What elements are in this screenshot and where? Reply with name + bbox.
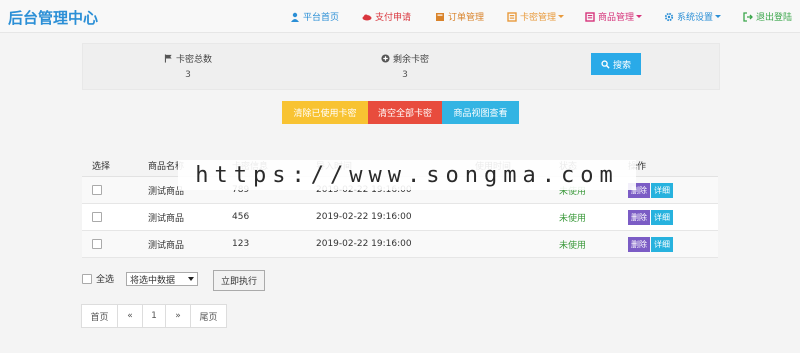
pagination: 首页 « 1 » 尾页 — [81, 304, 227, 328]
row-product: 测试商品 — [148, 240, 185, 251]
clear-used-cards-button[interactable]: 清除已使用卡密 — [282, 101, 368, 124]
nav-logout[interactable]: 退出登陆 — [743, 10, 792, 23]
page-last[interactable]: 尾页 — [190, 304, 227, 328]
header-select: 选择 — [92, 161, 111, 172]
user-icon — [291, 12, 299, 22]
nav-card-management[interactable]: 卡密管理 — [507, 10, 565, 23]
search-icon — [601, 59, 610, 69]
page-next[interactable]: » — [165, 304, 191, 328]
stat-remaining-value: 3 — [402, 70, 408, 80]
stat-remaining-cards: 剩余卡密 3 — [305, 52, 505, 80]
select-all-control[interactable]: 全选 — [82, 272, 114, 285]
bulk-action-value: 将选中数据 — [130, 275, 176, 286]
nav-orders-label: 订单管理 — [448, 13, 485, 23]
watermark: https://www.songma.com — [178, 160, 636, 190]
detail-button[interactable]: 详细 — [651, 236, 673, 252]
nav-system-settings[interactable]: 系统设置 — [664, 10, 722, 23]
execute-button[interactable]: 立即执行 — [213, 270, 265, 291]
folder-icon — [436, 12, 444, 21]
gear-icon — [664, 12, 674, 21]
row-card: 456 — [232, 212, 250, 222]
nav-payment-label: 支付申请 — [375, 13, 412, 23]
nav-home[interactable]: 平台首页 — [290, 10, 339, 23]
product-view-button[interactable]: 商品视图查看 — [442, 101, 519, 124]
flag-icon — [164, 54, 172, 63]
nav-payment[interactable]: 支付申请 — [362, 10, 411, 23]
nav-product-management[interactable]: 商品管理 — [585, 10, 643, 23]
page-prev[interactable]: « — [117, 304, 143, 328]
nav-product-management-label: 商品管理 — [598, 13, 635, 23]
chevron-down-icon — [636, 15, 643, 18]
list-icon — [585, 11, 595, 22]
table-row: 测试商品 123 2019-02-22 19:16:00 未使用 删除 详细 — [82, 231, 718, 258]
row-checkbox[interactable] — [92, 239, 102, 249]
stat-total-value: 3 — [185, 70, 191, 80]
row-checkbox[interactable] — [92, 212, 102, 222]
stat-total-label: 卡密总数 — [175, 55, 212, 65]
row-imported: 2019-02-22 19:16:00 — [316, 212, 412, 222]
delete-button[interactable]: 删除 — [628, 209, 650, 225]
row-status: 未使用 — [559, 213, 587, 224]
row-status: 未使用 — [559, 240, 587, 251]
detail-button[interactable]: 详细 — [651, 209, 673, 225]
plus-circle-icon — [381, 54, 390, 63]
card-icon — [507, 11, 517, 22]
page-first[interactable]: 首页 — [81, 304, 118, 328]
nav-home-label: 平台首页 — [303, 13, 340, 23]
row-imported: 2019-02-22 19:16:00 — [316, 239, 412, 249]
row-card: 123 — [232, 239, 250, 249]
page-1[interactable]: 1 — [142, 304, 166, 328]
chevron-down-icon — [558, 15, 565, 18]
nav-logout-label: 退出登陆 — [756, 13, 793, 23]
nav-card-management-label: 卡密管理 — [520, 13, 557, 23]
logout-icon — [743, 11, 753, 22]
detail-button[interactable]: 详细 — [651, 182, 673, 198]
table-row: 测试商品 456 2019-02-22 19:16:00 未使用 删除 详细 — [82, 204, 718, 231]
search-button[interactable]: 搜索 — [591, 53, 641, 75]
clear-all-cards-button[interactable]: 清空全部卡密 — [368, 101, 442, 124]
chevron-down-icon — [715, 15, 722, 18]
select-all-label: 全选 — [96, 275, 115, 285]
select-all-checkbox[interactable] — [82, 273, 92, 284]
row-product: 测试商品 — [148, 213, 185, 224]
cloud-icon — [362, 14, 372, 20]
nav-system-settings-label: 系统设置 — [677, 13, 714, 23]
delete-button[interactable]: 删除 — [628, 236, 650, 252]
top-navbar: 后台管理中心 平台首页 支付申请 订单管理 卡密管理 商品管理 系统设置 退出登… — [0, 0, 800, 33]
stat-total-cards: 卡密总数 3 — [88, 52, 288, 80]
brand-title[interactable]: 后台管理中心 — [8, 7, 98, 28]
dropdown-arrow-icon — [188, 277, 194, 281]
bulk-action-select[interactable]: 将选中数据 — [126, 272, 198, 286]
stat-remaining-label: 剩余卡密 — [392, 55, 429, 65]
nav-orders[interactable]: 订单管理 — [435, 10, 484, 23]
row-checkbox[interactable] — [92, 185, 102, 195]
search-button-label: 搜索 — [612, 60, 631, 71]
